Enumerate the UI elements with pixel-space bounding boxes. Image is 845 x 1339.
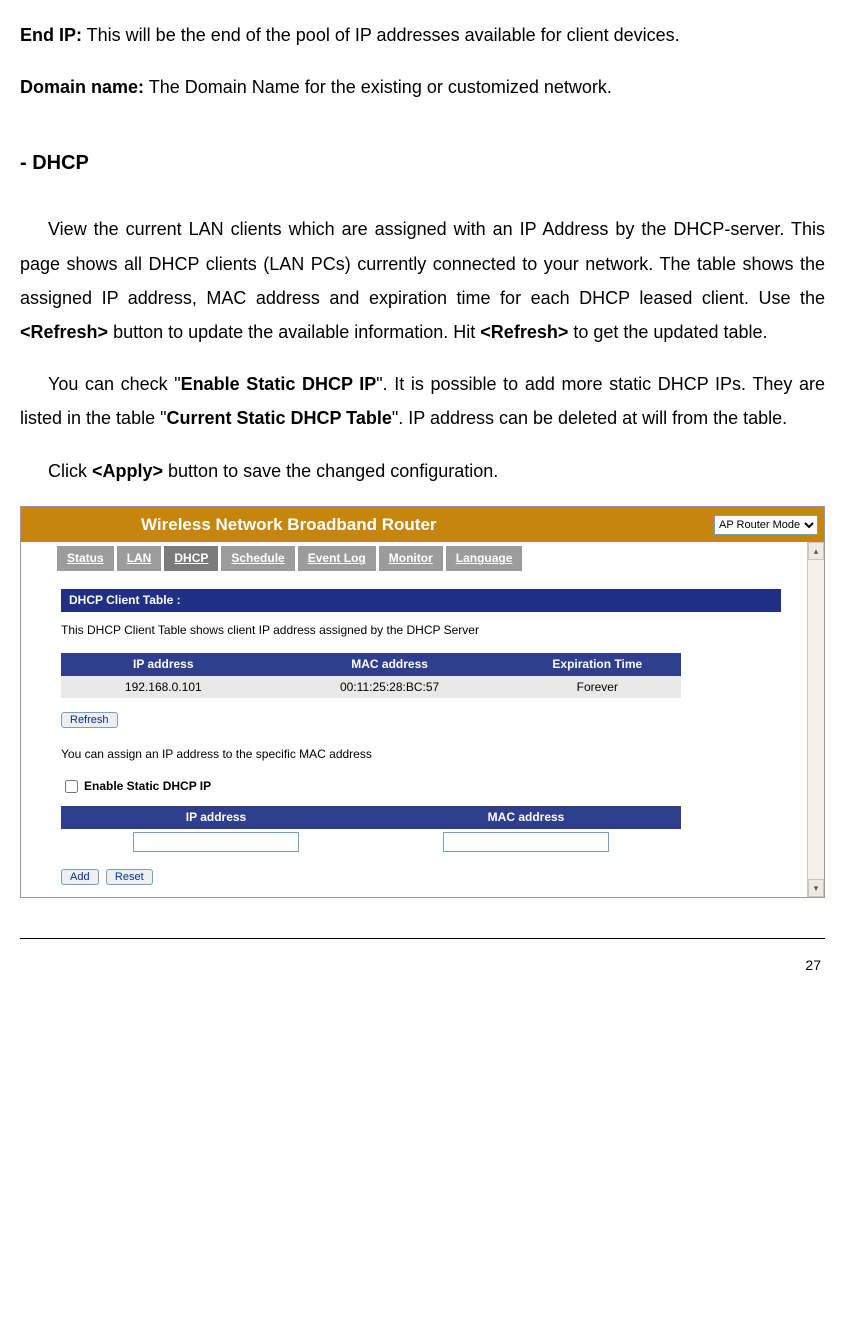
enable-static-checkbox[interactable]: [65, 780, 78, 793]
router-title: Wireless Network Broadband Router: [141, 513, 714, 537]
col-mac: MAC address: [266, 653, 514, 676]
para-domain: Domain name: The Domain Name for the exi…: [20, 70, 825, 104]
domain-label: Domain name:: [20, 77, 144, 97]
static-mac-input[interactable]: [443, 832, 609, 852]
router-main: DHCP Client Table : This DHCP Client Tab…: [21, 571, 807, 897]
table-row: [61, 829, 681, 855]
para-dhcp-1: View the current LAN clients which are a…: [20, 212, 825, 349]
router-header: Wireless Network Broadband Router AP Rou…: [21, 507, 824, 543]
col-exp: Expiration Time: [514, 653, 681, 676]
tab-eventlog[interactable]: Event Log: [298, 546, 377, 571]
tab-schedule[interactable]: Schedule: [221, 546, 295, 571]
static-dhcp-table: IP address MAC address: [61, 806, 681, 855]
tab-status[interactable]: Status: [57, 546, 115, 571]
scroll-down-icon[interactable]: ▾: [808, 879, 824, 897]
assign-text: You can assign an IP address to the spec…: [61, 746, 781, 763]
page-number: 27: [20, 948, 825, 989]
tab-dhcp[interactable]: DHCP: [164, 546, 219, 571]
tab-lan[interactable]: LAN: [117, 546, 163, 571]
nav-row: Status LAN DHCP Schedule Event Log Monit…: [21, 546, 807, 571]
section-heading-dhcp: - DHCP: [20, 144, 825, 182]
client-table-desc: This DHCP Client Table shows client IP a…: [61, 622, 781, 639]
tab-monitor[interactable]: Monitor: [379, 546, 444, 571]
end-ip-label: End IP:: [20, 25, 82, 45]
table-row: 192.168.0.101 00:11:25:28:BC:57 Forever: [61, 676, 681, 699]
client-table-heading: DHCP Client Table :: [61, 589, 781, 612]
tab-language[interactable]: Language: [446, 546, 524, 571]
end-ip-text: This will be the end of the pool of IP a…: [82, 25, 680, 45]
refresh-button[interactable]: Refresh: [61, 712, 118, 728]
router-screenshot: Wireless Network Broadband Router AP Rou…: [20, 506, 825, 898]
mode-select[interactable]: AP Router Mode: [714, 515, 818, 535]
page-rule: [20, 938, 825, 939]
dhcp-client-table: IP address MAC address Expiration Time 1…: [61, 653, 681, 699]
static-col-mac: MAC address: [371, 806, 681, 829]
domain-text: The Domain Name for the existing or cust…: [144, 77, 612, 97]
scrollbar[interactable]: ▴ ▾: [807, 542, 824, 897]
static-ip-input[interactable]: [133, 832, 299, 852]
para-end-ip: End IP: This will be the end of the pool…: [20, 18, 825, 52]
add-button[interactable]: Add: [61, 869, 99, 885]
reset-button[interactable]: Reset: [106, 869, 153, 885]
static-col-ip: IP address: [61, 806, 371, 829]
enable-static-label: Enable Static DHCP IP: [84, 778, 211, 795]
para-dhcp-3: Click <Apply> button to save the changed…: [20, 454, 825, 488]
col-ip: IP address: [61, 653, 266, 676]
scroll-up-icon[interactable]: ▴: [808, 542, 824, 560]
para-dhcp-2: You can check "Enable Static DHCP IP". I…: [20, 367, 825, 435]
